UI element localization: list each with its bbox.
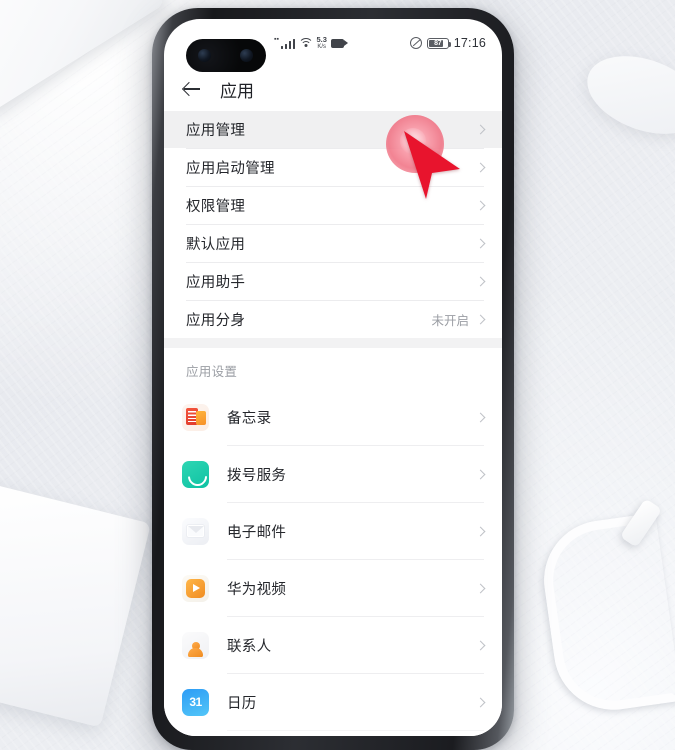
row-label: 默认应用 — [186, 237, 246, 253]
row-label: 权限管理 — [186, 199, 246, 215]
settings-row-app-launch[interactable]: 应用启动管理 — [164, 149, 502, 186]
app-row-contacts[interactable]: 联系人 — [164, 617, 502, 673]
chevron-right-icon — [475, 469, 486, 479]
chevron-right-icon — [475, 276, 486, 287]
app-settings-list: 备忘录 拨号服务 电子邮件 华为视频 联系人 31 日历 — [164, 389, 502, 736]
chevron-right-icon — [475, 162, 486, 173]
settings-row-app-twin[interactable]: 应用分身 未开启 — [164, 301, 502, 338]
battery-level: 87 — [434, 39, 442, 47]
network-speed-value: 5.3 — [316, 35, 327, 45]
app-row-dialer[interactable]: 拨号服务 — [164, 446, 502, 502]
section-separator — [164, 338, 502, 348]
punch-hole-camera — [186, 39, 266, 72]
phone-dialer-icon — [182, 460, 209, 488]
app-row-label: 电子邮件 — [227, 524, 287, 541]
camera-lens-left — [198, 49, 211, 62]
chevron-right-icon — [475, 640, 486, 650]
row-label: 应用分身 — [186, 313, 246, 329]
calendar-icon: 31 — [182, 688, 209, 716]
settings-row-app-management[interactable]: 应用管理 — [164, 111, 502, 148]
back-arrow-icon[interactable] — [182, 79, 202, 99]
settings-row-permissions[interactable]: 权限管理 — [164, 187, 502, 224]
contacts-icon — [182, 631, 209, 659]
wifi-icon — [299, 38, 312, 49]
phone-screen: ▪▪ 5.3 K/s 87 17:16 应用 应用管理 应用启动管理 权限管理 … — [164, 19, 502, 736]
mute-icon — [409, 37, 422, 49]
email-icon — [182, 517, 209, 545]
chevron-right-icon — [475, 314, 486, 325]
notes-icon — [182, 403, 209, 431]
camera-lens-right — [240, 49, 253, 62]
app-row-label: 日历 — [227, 695, 257, 712]
calendar-day-number: 31 — [189, 695, 202, 709]
app-row-notes[interactable]: 备忘录 — [164, 389, 502, 445]
settings-row-app-assistant[interactable]: 应用助手 — [164, 263, 502, 300]
chevron-right-icon — [475, 412, 486, 422]
status-bar-left: ▪▪ 5.3 K/s — [274, 36, 410, 50]
app-row-label: 备忘录 — [227, 410, 272, 427]
settings-list: 应用管理 应用启动管理 权限管理 默认应用 应用助手 应用分身 未开启 — [164, 111, 502, 338]
app-row-email[interactable]: 电子邮件 — [164, 503, 502, 559]
phone-device: ▪▪ 5.3 K/s 87 17:16 应用 应用管理 应用启动管理 权限管理 … — [152, 8, 514, 750]
settings-row-default-apps[interactable]: 默认应用 — [164, 225, 502, 262]
row-value: 未开启 — [431, 314, 469, 328]
app-row-huawei-video[interactable]: 华为视频 — [164, 560, 502, 616]
row-label: 应用助手 — [186, 275, 246, 291]
chevron-right-icon — [475, 124, 486, 135]
signal-bars-icon — [280, 38, 296, 49]
clock: 17:16 — [453, 36, 486, 50]
scene-background: ▪▪ 5.3 K/s 87 17:16 应用 应用管理 应用启动管理 权限管理 … — [0, 0, 675, 750]
network-speed-unit: K/s — [317, 43, 327, 50]
row-label: 应用启动管理 — [186, 161, 275, 177]
app-row-label: 联系人 — [227, 638, 272, 655]
app-row-label: 拨号服务 — [227, 467, 287, 484]
chevron-right-icon — [475, 583, 486, 593]
network-speed: 5.3 K/s — [316, 36, 326, 50]
app-bar: 应用 — [164, 67, 502, 111]
screen-record-icon — [330, 38, 348, 48]
chevron-right-icon — [475, 200, 486, 211]
page-title: 应用 — [220, 81, 254, 101]
status-bar-right: 87 17:16 — [409, 36, 486, 50]
huawei-video-icon — [182, 574, 209, 602]
signal-type-indicator: ▪▪ — [274, 36, 279, 44]
app-row-phone-manager[interactable]: 手机管家 — [164, 731, 502, 736]
section-title-app-settings: 应用设置 — [186, 365, 238, 379]
row-label: 应用管理 — [186, 123, 246, 139]
chevron-right-icon — [475, 526, 486, 536]
chevron-right-icon — [475, 238, 486, 249]
app-row-label: 华为视频 — [227, 581, 287, 598]
battery-icon: 87 — [426, 37, 452, 49]
app-row-calendar[interactable]: 31 日历 — [164, 674, 502, 730]
chevron-right-icon — [475, 697, 486, 707]
